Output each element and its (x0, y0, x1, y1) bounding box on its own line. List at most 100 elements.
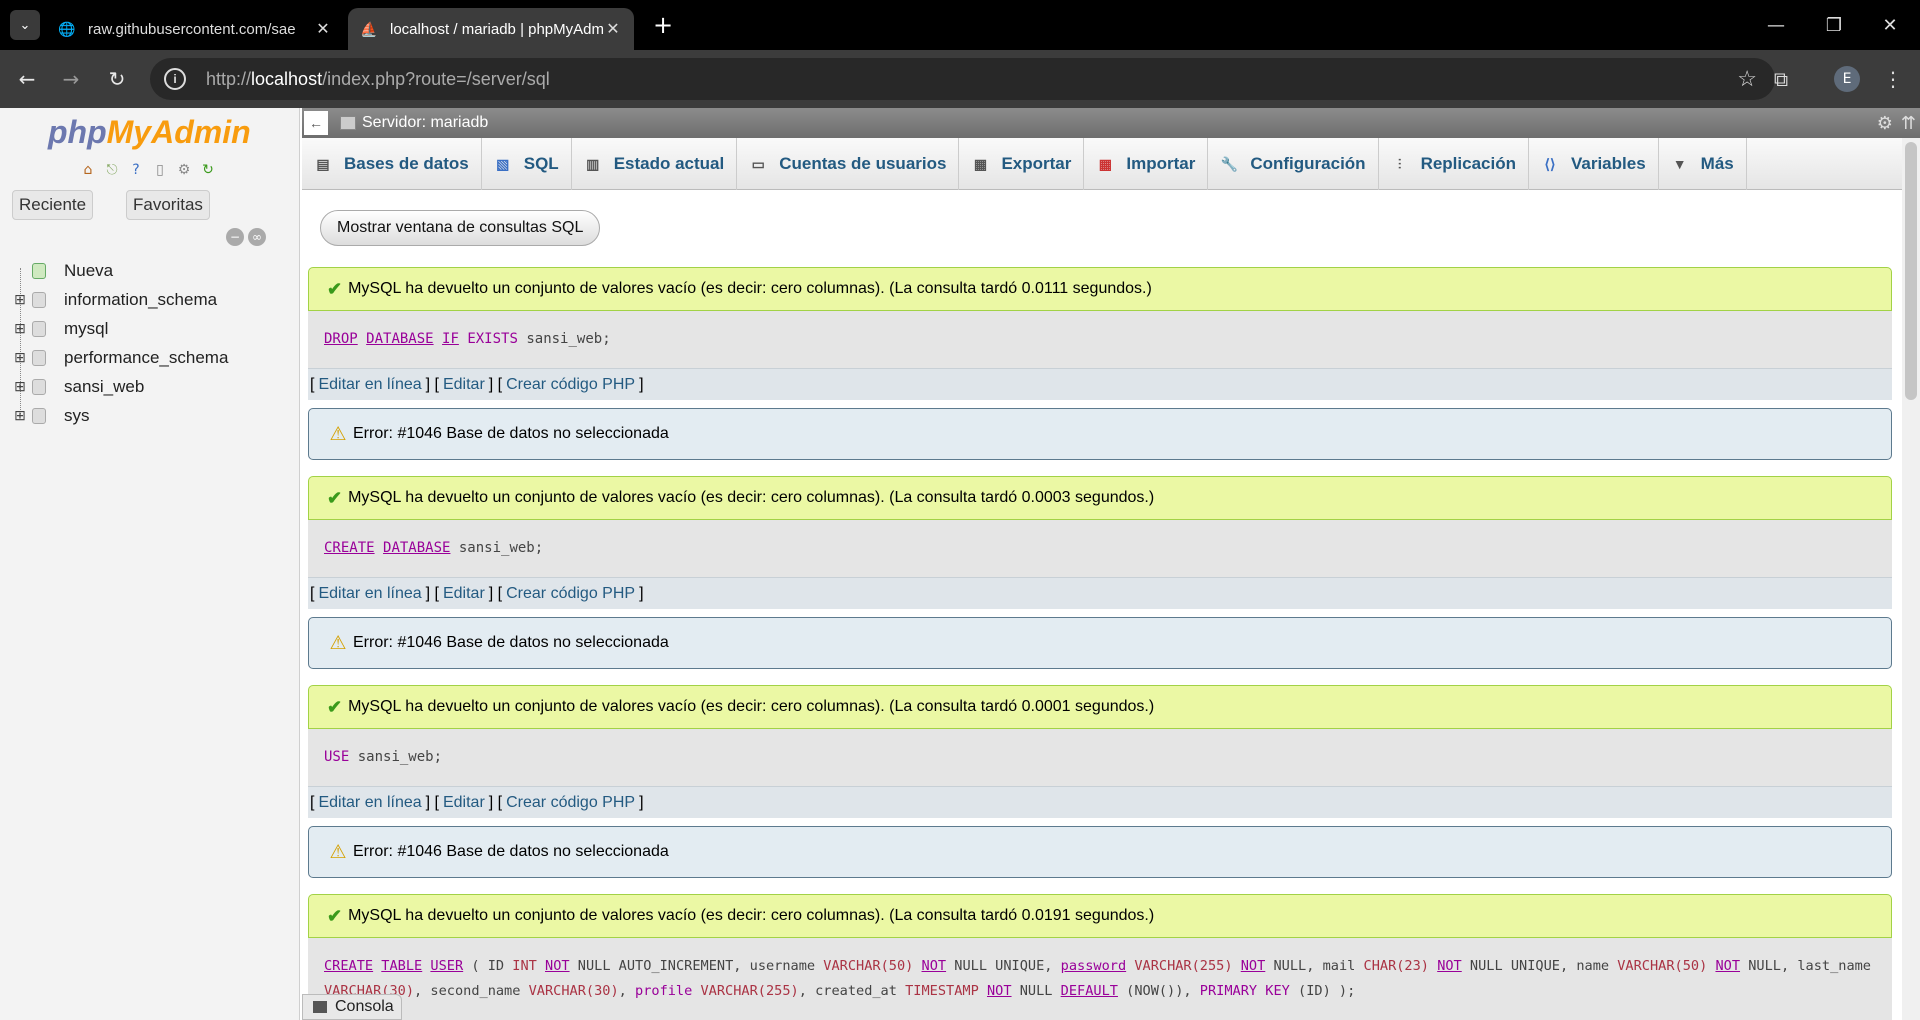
variables-icon: ⟨⟩ (1544, 155, 1556, 172)
success-message: ✔ MySQL ha devuelto un conjunto de valore… (308, 267, 1892, 311)
tab-settings[interactable]: 🔧 Configuración (1208, 138, 1379, 190)
profile-avatar[interactable]: E (1834, 66, 1860, 92)
server-breadcrumb-bar: ← Servidor: mariadb ⚙ ⇈ (302, 108, 1920, 138)
tree-item-sansi-web[interactable]: ⊞ sansi_web (12, 372, 228, 401)
recent-button[interactable]: Reciente (12, 190, 94, 220)
result-block: ✔ MySQL ha devuelto un conjunto de valore… (308, 267, 1892, 400)
favorites-button[interactable]: Favoritas (126, 190, 210, 220)
tab-databases[interactable]: ▤ Bases de datos (302, 138, 482, 190)
server-title[interactable]: Servidor: mariadb (362, 114, 488, 132)
server-tabs: ▤ Bases de datos ▧ SQL ▥ Estado actual ▭ Cue… (302, 138, 1902, 190)
back-button[interactable]: ← (12, 64, 42, 94)
replication-icon: ⫶ (1397, 155, 1402, 172)
sql-results-content: Mostrar ventana de consultas SQL ✔ MySQL … (302, 190, 1902, 1020)
success-message: ✔ MySQL ha devuelto un conjunto de valore… (308, 685, 1892, 729)
address-bar[interactable]: i http://localhost/index.php?route=/serv… (150, 58, 1775, 100)
tab-title: raw.githubusercontent.com/sae (88, 20, 296, 38)
edit-inline-link[interactable]: Editar en línea (314, 376, 425, 394)
expand-icon[interactable]: ⊞ (12, 320, 28, 337)
tab-status[interactable]: ▥ Estado actual (572, 138, 738, 190)
tree-branch-icon (12, 263, 28, 279)
settings-icon[interactable]: ⚙ (1877, 113, 1893, 134)
tab-title: localhost / mariadb | phpMyAdmin (390, 20, 604, 38)
home-icon[interactable]: ⌂ (78, 160, 98, 180)
extensions-icon[interactable]: ⧉ (1768, 66, 1794, 92)
wrench-icon: 🔧 (1220, 155, 1239, 172)
edit-link[interactable]: Editar (439, 794, 489, 812)
edit-inline-link[interactable]: Editar en línea (314, 585, 425, 603)
check-icon: ✔ (327, 905, 343, 926)
help-icon[interactable]: ? (126, 160, 146, 180)
logout-icon[interactable]: ⎋ (102, 160, 122, 180)
collapse-all-icon[interactable]: − (226, 228, 244, 246)
tree-item-performance-schema[interactable]: ⊞ performance_schema (12, 343, 228, 372)
browser-tab-phpmyadmin[interactable]: ⛵ localhost / mariadb | phpMyAdmin ✕ (348, 8, 634, 50)
docs-icon[interactable]: ▯ (150, 160, 170, 180)
browser-tab-raw[interactable]: 🌐 raw.githubusercontent.com/sae ✕ (46, 8, 344, 50)
tree-item-information-schema[interactable]: ⊞ information_schema (12, 285, 228, 314)
create-php-code-link[interactable]: Crear código PHP (502, 794, 639, 812)
info-icon[interactable]: i (164, 68, 186, 90)
tab-sql[interactable]: ▧ SQL (482, 138, 572, 190)
close-icon[interactable]: ✕ (604, 19, 622, 39)
create-php-code-link[interactable]: Crear código PHP (502, 585, 639, 603)
phpmyadmin-favicon-icon: ⛵ (360, 20, 378, 37)
console-toggle[interactable]: Consola (302, 994, 402, 1020)
status-icon: ▥ (586, 155, 600, 172)
tree-item-sys[interactable]: ⊞ sys (12, 401, 228, 430)
sql-query: CREATE TABLE USER ( ID INT NOT NULL AUTO… (308, 938, 1892, 1020)
warning-icon: ⚠ (329, 423, 347, 445)
tree-item-mysql[interactable]: ⊞ mysql (12, 314, 228, 343)
database-icon (32, 291, 46, 308)
url-text: http://localhost/index.php?route=/server… (206, 68, 550, 89)
check-icon: ✔ (327, 487, 343, 508)
tab-search-button[interactable]: ⌄ (10, 10, 40, 40)
tree-controls: − ∞ (226, 228, 266, 246)
edit-inline-link[interactable]: Editar en línea (314, 794, 425, 812)
minimize-button[interactable]: — (1756, 10, 1796, 40)
edit-link[interactable]: Editar (439, 376, 489, 394)
restore-button[interactable]: ❐ (1814, 10, 1854, 40)
create-php-code-link[interactable]: Crear código PHP (502, 376, 639, 394)
phpmyadmin-logo[interactable]: phpMyAdmin (48, 114, 251, 151)
gear-icon[interactable]: ⚙ (174, 160, 194, 180)
expand-icon[interactable]: ⊞ (12, 291, 28, 308)
close-icon[interactable]: ✕ (314, 19, 332, 39)
bookmark-star-icon[interactable]: ☆ (1737, 66, 1757, 92)
database-icon (32, 320, 46, 337)
main-scrollbar[interactable] (1902, 138, 1920, 1020)
tab-import[interactable]: ▦ Importar (1084, 138, 1209, 190)
expand-icon[interactable]: ⊞ (12, 378, 28, 395)
tab-export[interactable]: ▦ Exportar (959, 138, 1085, 190)
navigation-panel: phpMyAdmin ⌂ ⎋ ? ▯ ⚙ ↻ Reciente Favorita… (0, 108, 300, 1020)
collapse-nav-icon[interactable]: ← (304, 111, 328, 135)
collapse-top-icon[interactable]: ⇈ (1901, 113, 1916, 134)
globe-icon: 🌐 (58, 20, 76, 37)
success-message: ✔ MySQL ha devuelto un conjunto de valore… (308, 476, 1892, 520)
sql-query: CREATE DATABASE sansi_web; (308, 520, 1892, 577)
expand-icon[interactable]: ⊞ (12, 407, 28, 424)
warning-icon: ⚠ (329, 632, 347, 654)
scrollbar-thumb[interactable] (1905, 142, 1917, 400)
sql-query: DROP DATABASE IF EXISTS sansi_web; (308, 311, 1892, 368)
main-panel: ← Servidor: mariadb ⚙ ⇈ ▤ Bases de datos … (302, 108, 1920, 1020)
expand-icon[interactable]: ⊞ (12, 349, 28, 366)
quick-links: ⌂ ⎋ ? ▯ ⚙ ↻ (78, 160, 218, 180)
tab-more[interactable]: ▼ Más (1659, 138, 1747, 190)
show-sql-query-window-button[interactable]: Mostrar ventana de consultas SQL (320, 210, 601, 246)
tab-replication[interactable]: ⫶ Replicación (1379, 138, 1529, 190)
window-close-button[interactable]: ✕ (1870, 10, 1910, 40)
refresh-icon[interactable]: ↻ (198, 160, 218, 180)
link-icon[interactable]: ∞ (248, 228, 266, 246)
menu-icon[interactable]: ⋮ (1880, 66, 1906, 92)
tree-item-new[interactable]: Nueva (12, 256, 228, 285)
edit-link[interactable]: Editar (439, 585, 489, 603)
new-tab-button[interactable]: + (650, 11, 676, 39)
tab-variables[interactable]: ⟨⟩ Variables (1529, 138, 1659, 190)
reload-button[interactable]: ↻ (102, 64, 132, 94)
server-icon (340, 116, 356, 130)
database-icon (32, 407, 46, 424)
tab-user-accounts[interactable]: ▭ Cuentas de usuarios (737, 138, 960, 190)
import-icon: ▦ (1098, 155, 1112, 172)
forward-button[interactable]: → (56, 64, 86, 94)
